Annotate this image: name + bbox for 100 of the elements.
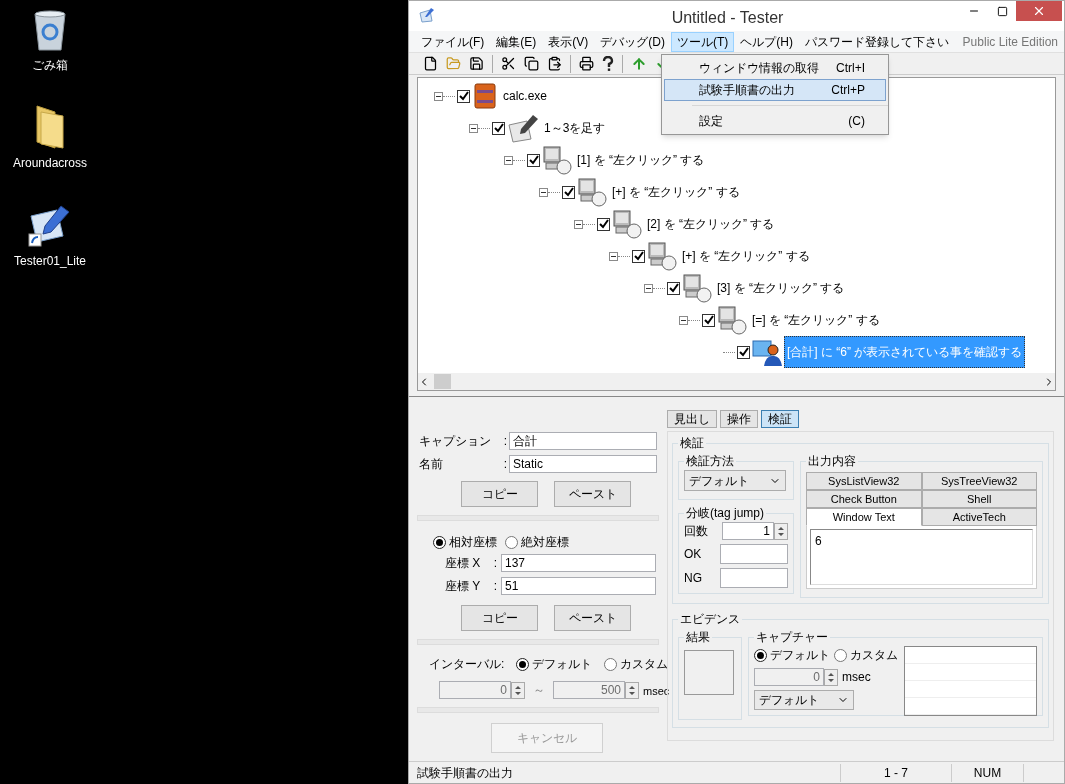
field-label: 座標 X [445, 554, 481, 572]
unit-label: msec [643, 683, 670, 699]
checkbox[interactable] [492, 121, 505, 135]
horizontal-scrollbar[interactable] [418, 373, 1055, 390]
maximize-icon[interactable] [996, 5, 1008, 17]
spin-arrows-icon[interactable] [824, 668, 838, 686]
radio-circle-icon[interactable] [433, 535, 446, 549]
menu-option[interactable]: ウィンドウ情報の取得 Ctrl+I [664, 57, 886, 79]
field-colon: : [493, 577, 497, 595]
menu-item[interactable]: ツール(T) [671, 31, 735, 52]
expander-icon[interactable] [644, 283, 653, 293]
tab[interactable]: Shell [921, 490, 1037, 508]
expander-icon[interactable] [504, 155, 513, 165]
count-label: 回数 [684, 523, 708, 540]
menu-item[interactable]: 表示(V) [542, 31, 595, 52]
new-file-icon[interactable] [423, 56, 438, 71]
status-text: 1 - 7 [840, 763, 952, 782]
push-button[interactable]: コピー [461, 605, 538, 631]
tab[interactable]: ActiveTech [921, 508, 1037, 526]
radio-circle-icon[interactable] [754, 648, 767, 662]
menu-option[interactable]: 設定 (C) [664, 110, 886, 132]
tree-item[interactable]: [1] を “左クリック” する [574, 144, 708, 176]
text-field[interactable]: 51 [501, 576, 656, 595]
trash-bin-icon [32, 8, 68, 52]
tree-item[interactable]: [3] を “左クリック” する [714, 272, 848, 304]
menu-item[interactable]: デバッグ(D) [594, 31, 671, 52]
computer-mouse-icon [717, 305, 747, 335]
checkbox[interactable] [702, 313, 715, 327]
field-label: キャプション [419, 432, 491, 450]
group-title: 出力内容 [807, 453, 857, 470]
expander-icon[interactable] [539, 187, 548, 197]
list-box[interactable] [904, 646, 1037, 716]
result-image-box [684, 650, 734, 695]
delay-field[interactable]: 0 [754, 668, 824, 686]
tree-item[interactable]: [+] を “左クリック” する [609, 176, 743, 208]
checkbox[interactable] [737, 345, 750, 359]
checkbox[interactable] [597, 217, 610, 231]
desktop-icon-label[interactable]: ごみ箱 [32, 56, 68, 74]
expander-icon[interactable] [574, 219, 583, 229]
expander-icon[interactable] [609, 251, 618, 261]
group-title: キャプチャー [755, 629, 829, 646]
arrow-up-icon[interactable] [631, 55, 647, 72]
desktop-icon-label[interactable]: Tester01_Lite [13, 252, 86, 270]
expander-icon[interactable] [434, 91, 443, 101]
unit-label: msec [842, 669, 871, 686]
text-field[interactable]: 137 [501, 553, 656, 572]
computer-mouse-icon [612, 209, 642, 239]
cut-icon[interactable] [501, 56, 516, 71]
tree-item[interactable]: [+] を “左クリック” する [679, 240, 813, 272]
copy-icon[interactable] [524, 56, 539, 71]
folder-icon [33, 104, 67, 150]
dropdown[interactable]: デフォルト [684, 470, 786, 491]
tab[interactable]: 操作 [720, 410, 758, 428]
tab[interactable]: Check Button [806, 490, 922, 508]
tree-item[interactable]: [=] を “左クリック” する [749, 304, 883, 336]
menu-item[interactable]: ファイル(F) [415, 31, 491, 52]
radio-button[interactable]: 絶対座標 [505, 533, 569, 551]
scrollbar-thumb[interactable] [434, 374, 451, 389]
tab[interactable]: 見出し [667, 410, 717, 428]
tab[interactable]: SysTreeView32 [921, 472, 1037, 490]
tree-item[interactable]: calc.exe [500, 80, 551, 112]
radio-button[interactable]: カスタム [834, 646, 898, 664]
radio-button[interactable]: 相対座標 [433, 533, 497, 551]
dropdown[interactable]: デフォルト [754, 690, 854, 710]
tree-item[interactable]: [2] を “左クリック” する [644, 208, 778, 240]
push-button[interactable]: コピー [461, 481, 538, 507]
expander-icon[interactable] [679, 315, 688, 325]
text-area[interactable]: 6 [810, 529, 1033, 585]
count-field[interactable]: 1 [722, 522, 774, 540]
checkbox[interactable] [667, 281, 680, 295]
desktop-icon-label[interactable]: Aroundacross [12, 154, 87, 172]
menu-option[interactable]: 試験手順書の出力 Ctrl+P [664, 79, 886, 101]
ok-field[interactable] [720, 544, 788, 564]
menu-item[interactable]: ヘルプ(H) [734, 31, 799, 52]
spin-arrows-icon[interactable] [774, 522, 788, 540]
paste-icon[interactable] [547, 56, 562, 71]
tab[interactable]: SysListView32 [806, 472, 922, 490]
tree-item[interactable]: 1～3を足す [541, 112, 609, 144]
checkbox[interactable] [527, 153, 540, 167]
close-icon[interactable] [1032, 4, 1046, 18]
help-icon[interactable] [602, 55, 614, 72]
tab[interactable]: 検証 [761, 410, 799, 428]
menu-item[interactable]: 編集(E) [490, 31, 543, 52]
tab[interactable]: Window Text [806, 508, 922, 526]
printer-icon[interactable] [579, 56, 594, 71]
text-field[interactable]: Static [509, 454, 657, 473]
push-button[interactable]: ペースト [554, 481, 631, 507]
checkbox[interactable] [632, 249, 645, 263]
ng-field[interactable] [720, 568, 788, 588]
save-icon[interactable] [469, 56, 484, 71]
push-button[interactable]: ペースト [554, 605, 631, 631]
menu-item[interactable]: パスワード登録して下さい [799, 31, 955, 52]
checkbox[interactable] [562, 185, 575, 199]
radio-button[interactable]: デフォルト [754, 646, 830, 664]
interval-label: インターバル: [429, 656, 505, 673]
expander-icon[interactable] [469, 123, 478, 133]
group-title: 検証 [679, 435, 705, 452]
checkbox[interactable] [457, 89, 470, 103]
text-field[interactable]: 合計 [509, 431, 657, 450]
field-label: 名前 [419, 455, 443, 473]
